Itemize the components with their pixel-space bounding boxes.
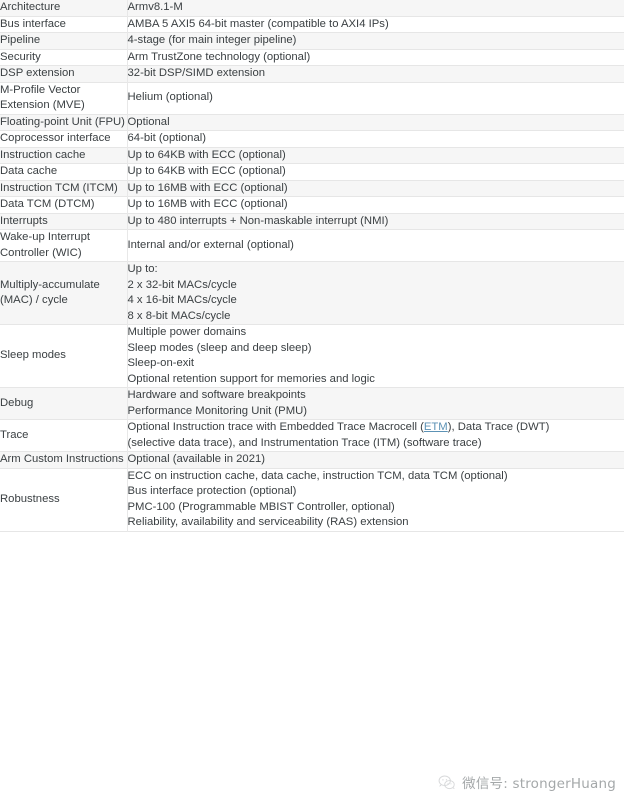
spec-value-line: 32-bit DSP/SIMD extension: [127, 67, 266, 79]
spec-value-line: Up to 16MB with ECC (optional): [127, 198, 288, 210]
table-row: Debug Hardware and software breakpoints Pe…: [0, 387, 624, 420]
table-row: Arm Custom Instructions Optional (availab…: [0, 451, 624, 469]
spec-value-line: Optional: [127, 115, 170, 128]
spec-label-cell: Architecture: [0, 0, 128, 16]
spec-value-line: Up to 64KB with ECC (optional): [127, 148, 286, 161]
spec-label-cell: Bus interface: [0, 16, 128, 33]
spec-value-line: Sleep-on-exit: [127, 357, 195, 369]
spec-label-cell: Security: [0, 49, 128, 66]
table-row: Floating-point Unit (FPU) Optional: [0, 114, 624, 131]
spec-value-cell: Up to 16MB with ECC (optional): [127, 180, 624, 197]
spec-value-cell: Up to: 2 x 32-bit MACs/cycle 4 x 16-bit MA…: [127, 262, 624, 325]
spec-label-cell: Pipeline: [0, 32, 128, 49]
spec-value-line: 4 x 16-bit MACs/cycle: [127, 294, 237, 306]
table-row: Instruction cache Up to 64KB with ECC (op…: [0, 147, 624, 164]
table-row: Interrupts Up to 480 interrupts + Non-mas…: [0, 213, 624, 230]
table-row: Pipeline 4-stage (for main integer pipeli…: [0, 32, 624, 50]
spec-value-cell: 4-stage (for main integer pipeline): [127, 33, 624, 50]
spec-label-cell: Floating-point Unit (FPU): [0, 114, 128, 131]
spec-label-cell: Sleep modes: [0, 324, 128, 388]
spec-value-line: AMBA 5 AXI5 64-bit master (compatible to…: [127, 17, 389, 30]
spec-value-cell: AMBA 5 AXI5 64-bit master (compatible to…: [127, 16, 624, 33]
table-row: Wake-up Interrupt Controller (WIC) Intern…: [0, 229, 624, 262]
table-row: Security Arm TrustZone technology (option…: [0, 49, 624, 66]
table-row: Sleep modes Multiple power domains Sleep m…: [0, 324, 624, 388]
table-row: Data TCM (DTCM) Up to 16MB with ECC (opti…: [0, 196, 624, 214]
spec-label-cell: Robustness: [0, 468, 128, 531]
spec-value-cell: Internal and/or external (optional): [127, 230, 624, 262]
spec-value-line: Multiple power domains: [127, 326, 247, 338]
spec-value-line: Arm TrustZone technology (optional): [127, 50, 311, 63]
spec-value-line: Up to 64KB with ECC (optional): [127, 165, 286, 177]
specification-table-body: Architecture Armv8.1-M Bus interface AMBA 5…: [0, 0, 624, 531]
spec-value-line: Sleep modes (sleep and deep sleep): [127, 341, 312, 354]
table-row: Coprocessor interface 64-bit (optional): [0, 130, 624, 148]
spec-value-line: Bus interface protection (optional): [127, 485, 297, 497]
spec-label-cell: Instruction cache: [0, 147, 128, 164]
spec-value-cell: ECC on instruction cache, data cache, in…: [127, 468, 624, 531]
table-row: M-Profile Vector Extension (MVE) Helium (…: [0, 82, 624, 114]
spec-value-line: Up to:: [127, 263, 158, 275]
spec-value-line: 8 x 8-bit MACs/cycle: [127, 309, 231, 322]
spec-value-cell: 32-bit DSP/SIMD extension: [127, 66, 624, 83]
spec-value-cell: Up to 480 interrupts + Non-maskable inte…: [127, 213, 624, 230]
spec-value-cell: Up to 16MB with ECC (optional): [127, 197, 624, 214]
wechat-logo-icon: [437, 773, 456, 792]
spec-value-line: Armv8.1-M: [127, 1, 183, 13]
spec-label-cell: Multiply-accumulate (MAC) / cycle: [0, 261, 128, 325]
spec-value-line: 4-stage (for main integer pipeline): [127, 34, 297, 46]
spec-value-line: 2 x 32-bit MACs/cycle: [127, 278, 237, 291]
spec-value-cell: 64-bit (optional): [127, 131, 624, 148]
spec-value-line: Optional retention support for memories …: [127, 372, 375, 385]
spec-value-cell: Helium (optional): [127, 82, 624, 114]
specification-table: Architecture Armv8.1-M Bus interface AMBA 5…: [0, 0, 624, 532]
watermark-text: 微信号: strongerHuang: [462, 776, 616, 792]
spec-label-cell: Interrupts: [0, 213, 128, 230]
spec-value-line: (selective data trace), and Instrumentat…: [127, 436, 482, 449]
spec-value-line: Performance Monitoring Unit (PMU): [127, 404, 308, 417]
table-row: Robustness ECC on instruction cache, data…: [0, 468, 624, 531]
spec-value-cell: Optional: [127, 114, 624, 131]
spec-label-cell: Trace: [0, 419, 128, 452]
table-row: Data cache Up to 64KB with ECC (optional): [0, 163, 624, 181]
spec-value-cell: Optional Instruction trace with Embedded…: [127, 420, 624, 452]
spec-value-line: 64-bit (optional): [127, 132, 207, 144]
table-row: Multiply-accumulate (MAC) / cycle Up to: 2…: [0, 261, 624, 325]
etm-link[interactable]: ETM: [424, 421, 448, 433]
spec-value-cell: Armv8.1-M: [127, 0, 624, 16]
spec-value-line: Hardware and software breakpoints: [127, 389, 306, 401]
spec-value-cell: Arm TrustZone technology (optional): [127, 49, 624, 66]
table-row: Trace Optional Instruction trace with Emb…: [0, 419, 624, 452]
table-row: Architecture Armv8.1-M: [0, 0, 624, 16]
spec-label-cell: Debug: [0, 387, 128, 420]
spec-label-cell: Data TCM (DTCM): [0, 196, 128, 213]
spec-value-line: ECC on instruction cache, data cache, in…: [127, 469, 508, 482]
spec-value-cell: Multiple power domains Sleep modes (sleep…: [127, 325, 624, 388]
spec-label-cell: Instruction TCM (ITCM): [0, 180, 128, 197]
spec-value-line: PMC-100 (Programmable MBIST Controller, …: [127, 500, 395, 513]
spec-value-cell: Up to 64KB with ECC (optional): [127, 147, 624, 164]
spec-value-line: Helium (optional): [127, 91, 213, 104]
spec-value-line: Reliability, availability and serviceabi…: [127, 516, 409, 528]
spec-label-cell: M-Profile Vector Extension (MVE): [0, 82, 128, 114]
table-row: Bus interface AMBA 5 AXI5 64-bit master (…: [0, 16, 624, 33]
spec-value-cell: Up to 64KB with ECC (optional): [127, 164, 624, 181]
spec-value-cell: Hardware and software breakpoints Perform…: [127, 388, 624, 420]
spec-label-cell: Data cache: [0, 163, 128, 180]
spec-value-line: Optional (available in 2021): [127, 453, 266, 465]
spec-value-line: Up to 16MB with ECC (optional): [127, 181, 288, 194]
watermark: 微信号: strongerHuang: [437, 772, 616, 792]
spec-label-cell: Wake-up Interrupt Controller (WIC): [0, 229, 128, 262]
table-row: Instruction TCM (ITCM) Up to 16MB with EC…: [0, 180, 624, 197]
spec-value-cell: Optional (available in 2021): [127, 452, 624, 469]
table-row: DSP extension 32-bit DSP/SIMD extension: [0, 65, 624, 83]
spec-value-line: Up to 480 interrupts + Non-maskable inte…: [127, 214, 389, 227]
spec-value-line: Internal and/or external (optional): [127, 238, 294, 251]
spec-label-cell: Coprocessor interface: [0, 130, 128, 147]
spec-label-cell: DSP extension: [0, 65, 128, 82]
spec-value-line: Optional Instruction trace with Embedded…: [127, 421, 550, 433]
spec-label-cell: Arm Custom Instructions: [0, 451, 128, 468]
